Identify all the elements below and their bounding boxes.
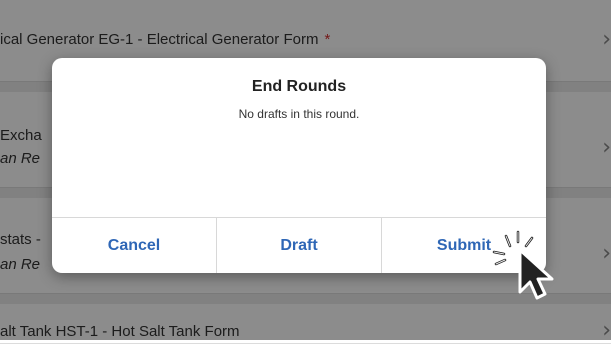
end-rounds-dialog: End Rounds No drafts in this round. Canc… — [52, 58, 546, 273]
dialog-title: End Rounds — [251, 78, 347, 95]
cancel-button[interactable]: Cancel — [52, 218, 216, 273]
draft-button[interactable]: Draft — [216, 218, 381, 273]
dialog-message: No drafts in this round. — [238, 107, 360, 121]
click-indicator — [488, 228, 568, 308]
dialog-button-bar: Cancel Draft Submit — [52, 217, 546, 273]
pointer-cursor-icon — [518, 248, 554, 300]
